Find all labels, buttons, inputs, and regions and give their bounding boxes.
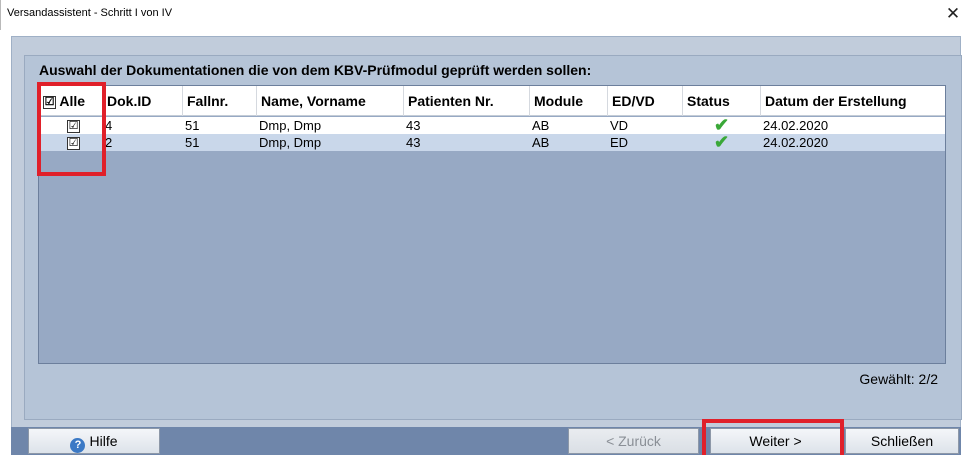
cell-datum: 24.02.2020 bbox=[763, 135, 829, 150]
cell-patienten-nr: 43 bbox=[406, 118, 421, 133]
help-button-label: Hilfe bbox=[89, 433, 118, 449]
column-header-name[interactable]: Name, Vorname bbox=[257, 86, 404, 116]
select-all-checkbox[interactable]: ☑ bbox=[43, 95, 56, 109]
cell-ed-vd: VD bbox=[610, 118, 629, 133]
cell-fallnr: 51 bbox=[185, 135, 200, 150]
page-heading: Auswahl der Dokumentationen die von dem … bbox=[39, 62, 592, 78]
column-header-status[interactable]: Status bbox=[683, 86, 761, 116]
cell-module: AB bbox=[532, 135, 550, 150]
table-row[interactable]: ☑ 2 51 Dmp, Dmp 43 AB ED ✔ 24.02.2020 bbox=[39, 132, 945, 152]
row-checkbox[interactable]: ☑ bbox=[67, 137, 80, 151]
cell-ed-vd: ED bbox=[610, 135, 629, 150]
column-header-datum[interactable]: Datum der Erstellung bbox=[761, 86, 945, 116]
column-label-alle: Alle bbox=[59, 93, 86, 109]
cell-dok-id: 2 bbox=[105, 135, 113, 150]
help-button[interactable]: ? Hilfe bbox=[28, 428, 160, 454]
close-icon[interactable]: ✕ bbox=[943, 4, 963, 24]
cell-fallnr: 51 bbox=[185, 118, 200, 133]
cell-module: AB bbox=[532, 118, 550, 133]
window-title: Versandassistent - Schritt I von IV bbox=[7, 7, 173, 19]
title-bar: Versandassistent - Schritt I von IV ✕ bbox=[0, 0, 967, 30]
documents-table: ☑ Alle Dok.ID Fallnr. Name, Vorname Pati… bbox=[38, 85, 946, 364]
back-button[interactable]: < Zurück bbox=[568, 428, 699, 454]
column-header-module[interactable]: Module bbox=[530, 86, 608, 116]
table-row[interactable]: ☑ 4 51 Dmp, Dmp 43 AB VD ✔ 24.02.2020 bbox=[39, 116, 945, 134]
cell-patienten-nr: 43 bbox=[406, 135, 421, 150]
column-header-fallnr[interactable]: Fallnr. bbox=[183, 86, 257, 116]
cell-name: Dmp, Dmp bbox=[259, 118, 322, 133]
column-header-ed-vd[interactable]: ED/VD bbox=[608, 86, 683, 116]
column-header-alle[interactable]: ☑ Alle bbox=[39, 86, 103, 116]
table-header: ☑ Alle Dok.ID Fallnr. Name, Vorname Pati… bbox=[39, 86, 945, 116]
selected-count: Gewählt: 2/2 bbox=[859, 371, 938, 387]
column-header-patienten-nr[interactable]: Patienten Nr. bbox=[404, 86, 530, 116]
next-button[interactable]: Weiter > bbox=[710, 428, 841, 454]
column-header-dok-id[interactable]: Dok.ID bbox=[103, 86, 183, 116]
cell-dok-id: 4 bbox=[105, 118, 113, 133]
close-button[interactable]: Schließen bbox=[845, 428, 959, 454]
help-icon: ? bbox=[70, 438, 86, 453]
row-checkbox[interactable]: ☑ bbox=[67, 120, 80, 134]
check-icon: ✔ bbox=[714, 132, 730, 152]
cell-name: Dmp, Dmp bbox=[259, 135, 322, 150]
cell-datum: 24.02.2020 bbox=[763, 118, 829, 133]
